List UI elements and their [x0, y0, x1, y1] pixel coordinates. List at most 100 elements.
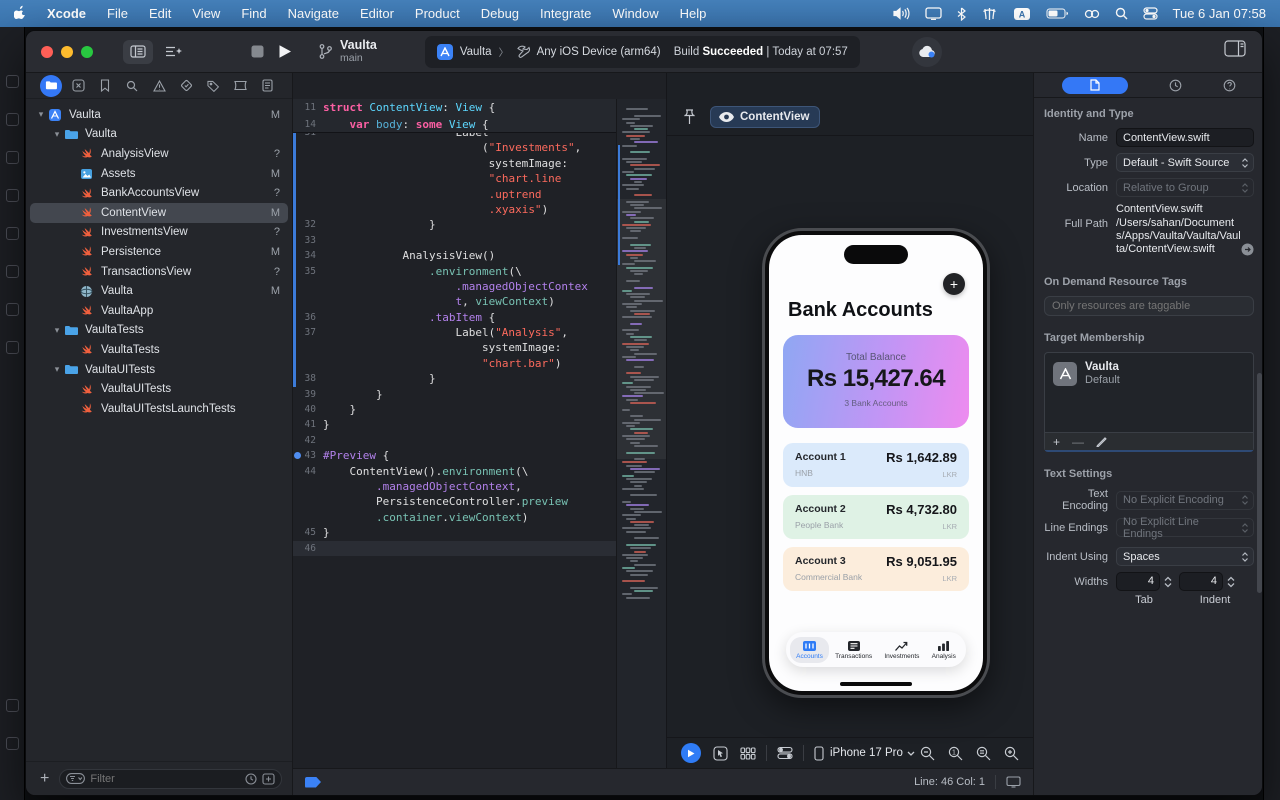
filter-field[interactable]	[59, 768, 282, 789]
menu-help[interactable]: Help	[680, 6, 707, 21]
cloud-sync-button[interactable]	[911, 36, 942, 67]
target-remove-button[interactable]: —	[1072, 435, 1084, 449]
indent-width-field[interactable]: 4	[1179, 572, 1223, 591]
navigator-toggle-icon[interactable]	[123, 39, 153, 64]
file-row-assets[interactable]: Assets M	[30, 164, 288, 184]
account-card-3[interactable]: Account 3 Commercial Bank Rs 9,051.95 LKR	[783, 547, 969, 591]
minimap[interactable]	[616, 99, 666, 768]
live-preview-button[interactable]	[681, 743, 701, 763]
file-inspector-tab[interactable]	[1062, 76, 1129, 94]
display-output-icon[interactable]	[1006, 776, 1021, 788]
encoding-dropdown[interactable]: No Explicit Encoding	[1116, 490, 1254, 510]
issues-icon[interactable]	[148, 75, 170, 97]
history-inspector-tab[interactable]	[1169, 79, 1182, 92]
disclosure-open[interactable]: ▾	[34, 109, 48, 120]
phone-tab-investments[interactable]: Investments	[878, 637, 925, 663]
selectable-mode-icon[interactable]	[713, 745, 728, 761]
file-row-investmentsview[interactable]: InvestmentsView?	[30, 223, 288, 243]
filter-input[interactable]	[90, 772, 245, 785]
phone-tab-transactions[interactable]: Transactions	[829, 637, 878, 663]
zoom-in-icon[interactable]	[1004, 746, 1019, 761]
disclosure-open[interactable]: ▾	[50, 129, 64, 140]
project-navigator-icon[interactable]	[40, 74, 62, 97]
target-add-button[interactable]: +	[1053, 435, 1060, 449]
zoom-button[interactable]	[81, 45, 93, 58]
variants-icon[interactable]	[740, 746, 756, 760]
add-account-button[interactable]: +	[943, 273, 965, 295]
apple-menu-icon[interactable]	[14, 5, 29, 22]
tests-icon[interactable]	[175, 75, 197, 97]
file-row-contentview[interactable]: ContentView M	[30, 202, 288, 223]
menu-window[interactable]: Window	[612, 6, 658, 21]
input-source-icon[interactable]: A	[1013, 7, 1031, 21]
run-button[interactable]	[278, 44, 292, 59]
menu-integrate[interactable]: Integrate	[540, 6, 591, 21]
file-row-vaultauitestslaunchtests[interactable]: VaultaUITestsLaunchTests	[30, 399, 288, 419]
file-row-vaultauitests[interactable]: ▾ VaultaUITests	[30, 360, 288, 380]
battery-icon[interactable]	[1046, 8, 1069, 19]
bookmarks-icon[interactable]	[94, 75, 116, 97]
activity-status[interactable]: Vaulta 〉 Any iOS Device (arm64) Build Su…	[424, 35, 860, 68]
indent-using-dropdown[interactable]: Spaces	[1116, 547, 1254, 566]
file-row-analysisview[interactable]: AnalysisView?	[30, 144, 288, 164]
file-row-transactionsview[interactable]: TransactionsView?	[30, 262, 288, 282]
file-row-vaulta[interactable]: ▾ Vaulta M	[30, 105, 288, 125]
display-icon[interactable]	[924, 7, 942, 20]
control-center-icon[interactable]	[1142, 7, 1158, 20]
file-row-persistence[interactable]: Persistence M	[30, 242, 288, 262]
menu-product[interactable]: Product	[415, 6, 460, 21]
scheme-selector[interactable]: Vaulta main	[318, 39, 377, 64]
account-card-1[interactable]: Account 1 HNB Rs 1,642.89 LKR	[783, 443, 969, 487]
tags-icon[interactable]	[202, 75, 224, 97]
source-control-icon[interactable]	[67, 75, 89, 97]
menu-view[interactable]: View	[192, 6, 220, 21]
menu-editor[interactable]: Editor	[360, 6, 394, 21]
source-control-filter-icon[interactable]	[262, 772, 275, 785]
code-lines[interactable]: 31 Label ("Investments", systemImage: "c…	[293, 99, 616, 768]
source-editor[interactable]: 31 Label ("Investments", systemImage: "c…	[293, 73, 666, 768]
phone-tab-analysis[interactable]: Analysis	[926, 637, 962, 663]
recent-files-icon[interactable]	[245, 772, 257, 785]
menu-file[interactable]: File	[107, 6, 128, 21]
file-row-vaultatests[interactable]: VaultaTests	[30, 340, 288, 360]
odr-tags-input[interactable]	[1052, 300, 1246, 312]
file-row-vaulta[interactable]: Vaulta M	[30, 281, 288, 301]
menu-find[interactable]: Find	[241, 6, 266, 21]
device-settings-icon[interactable]	[777, 746, 793, 760]
wifi-icon[interactable]	[981, 7, 998, 20]
location-dropdown[interactable]: Relative to Group	[1116, 178, 1254, 197]
preview-device-name[interactable]: iPhone 17 Pro	[830, 747, 903, 759]
zoom-fit-icon[interactable]	[976, 746, 991, 761]
indent-width-stepper[interactable]	[1226, 575, 1236, 589]
stop-button[interactable]	[251, 45, 264, 58]
zoom-out-icon[interactable]	[920, 746, 935, 761]
close-button[interactable]	[41, 45, 53, 58]
find-icon[interactable]	[121, 75, 143, 97]
inspector-toggle-icon[interactable]	[1224, 40, 1246, 57]
continuity-icon[interactable]	[1084, 8, 1100, 20]
file-row-vaultatests[interactable]: ▾ VaultaTests	[30, 321, 288, 341]
name-field[interactable]: ContentView.swift	[1116, 128, 1254, 147]
tab-width-field[interactable]: 4	[1116, 572, 1160, 591]
line-endings-dropdown[interactable]: No Explicit Line Endings	[1116, 516, 1254, 540]
target-edit-button[interactable]	[1096, 436, 1107, 447]
volume-icon[interactable]	[892, 7, 910, 20]
type-dropdown[interactable]: Default - Swift Source	[1116, 153, 1254, 172]
inspector-scrollbar[interactable]	[1257, 373, 1262, 593]
menu-xcode[interactable]: Xcode	[47, 6, 86, 21]
tab-width-stepper[interactable]	[1163, 575, 1173, 589]
account-card-2[interactable]: Account 2 People Bank Rs 4,732.80 LKR	[783, 495, 969, 539]
menu-navigate[interactable]: Navigate	[288, 6, 339, 21]
bluetooth-icon[interactable]	[957, 7, 966, 21]
spotlight-icon[interactable]	[1115, 7, 1128, 20]
zoom-100-icon[interactable]: 1	[948, 746, 963, 761]
file-row-bankaccountsview[interactable]: BankAccountsView?	[30, 183, 288, 203]
pin-icon[interactable]	[683, 108, 696, 125]
target-membership-row[interactable]: Vaulta Default	[1045, 353, 1253, 395]
menu-debug[interactable]: Debug	[481, 6, 519, 21]
open-path-arrow-icon[interactable]	[1241, 243, 1254, 256]
preview-target-pill[interactable]: ContentView	[710, 105, 821, 128]
disclosure-open[interactable]: ▾	[50, 325, 64, 336]
phone-tab-accounts[interactable]: Accounts	[790, 636, 829, 663]
disclosure-open[interactable]: ▾	[50, 364, 64, 375]
